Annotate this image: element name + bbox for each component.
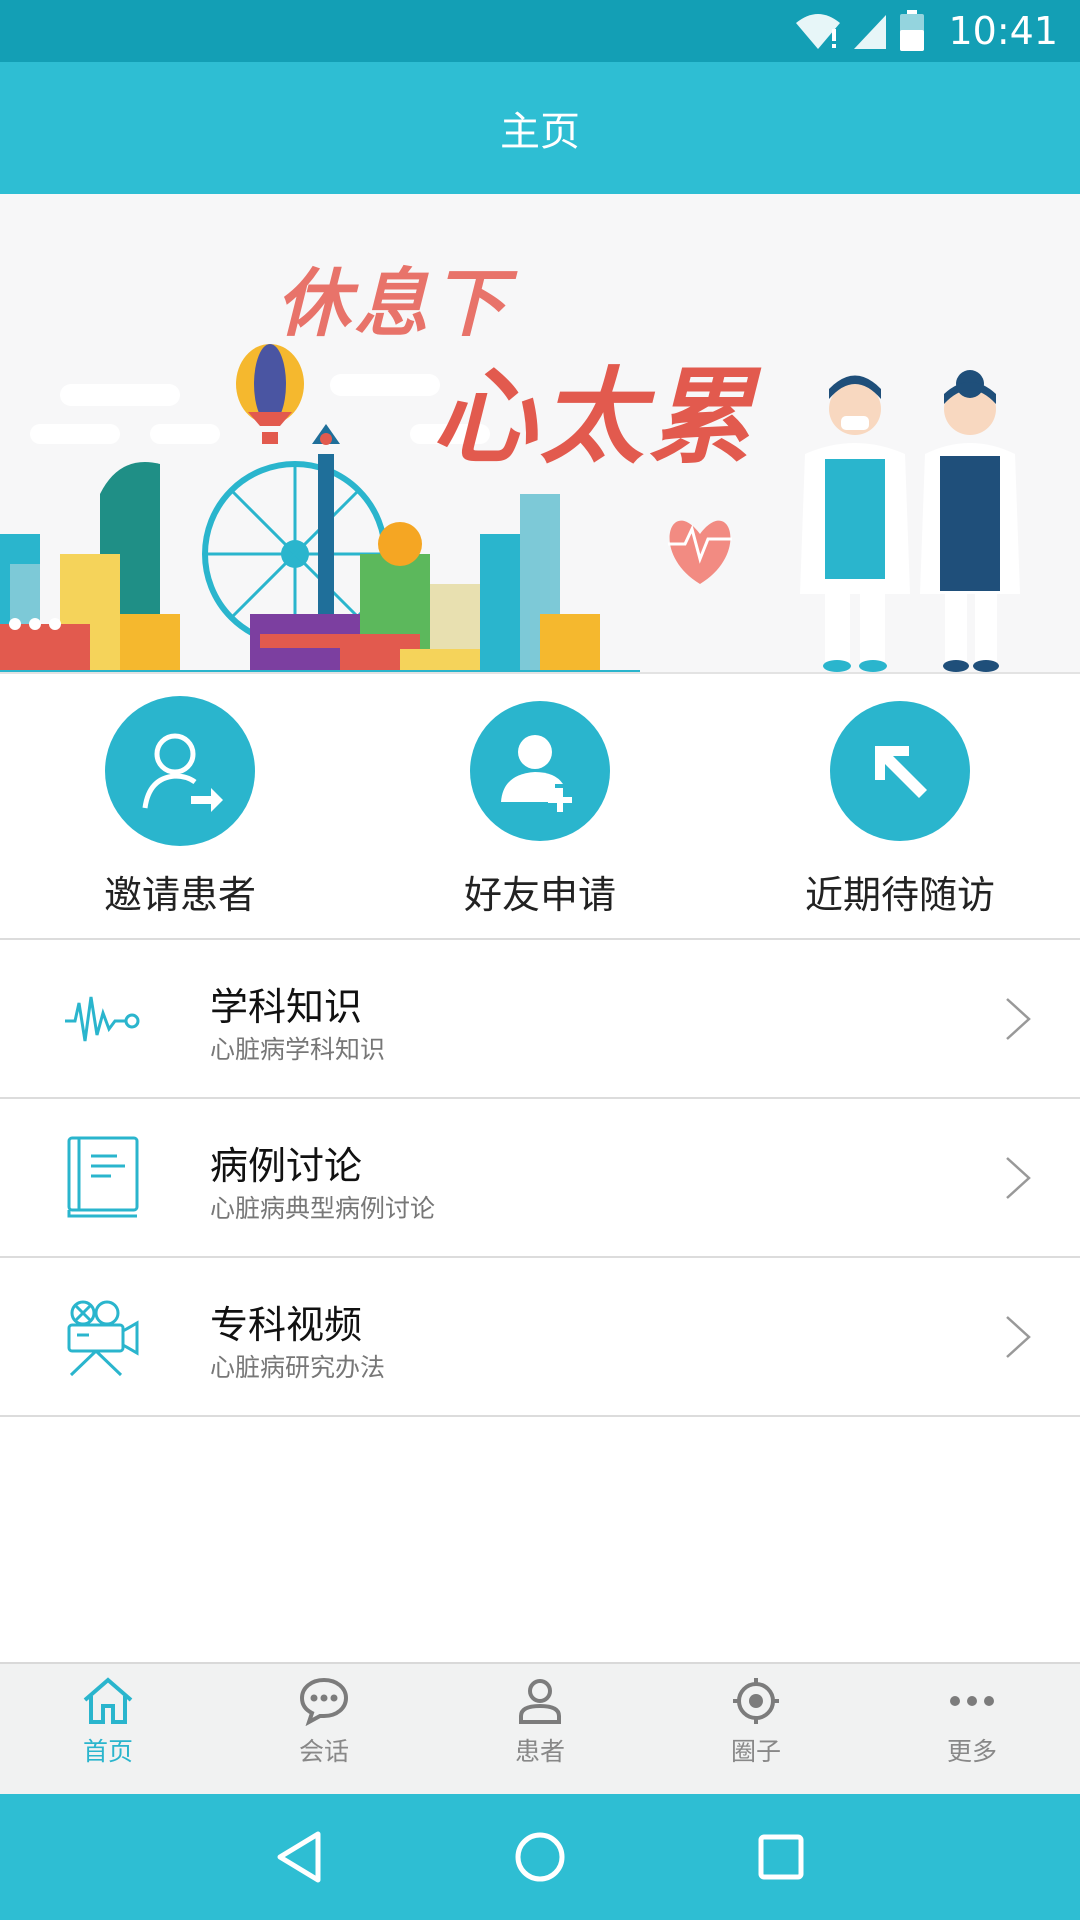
menu-item-title: 专科视频 [210,1303,363,1347]
menu-icon-wrapper [62,1136,144,1219]
chevron-right-icon [1006,1157,1031,1199]
menu-item-subtitle: 心脏病学科知识 [210,1035,386,1064]
video-camera-icon [67,1300,139,1377]
tab-patients[interactable]: 患者 [432,1664,648,1794]
page-title: 主页 [500,109,580,155]
follow-up-icon-circle[interactable] [830,701,970,841]
menu-item-title: 病例讨论 [210,1144,363,1188]
menu-list: 学科知识 心脏病学科知识 病例讨论 心脏病典型病例讨论 专科视频 心脏病研究办法 [0,940,1080,1417]
tab-circle[interactable]: 圈子 [648,1664,864,1794]
invite-patient-label: 邀请患者 [103,873,256,917]
friend-request-icon [501,735,572,812]
cell-signal-icon [854,15,887,49]
friend-request-button[interactable]: 好友申请 [390,696,690,926]
book-icon [67,1136,139,1218]
system-nav-bar [0,1794,1080,1920]
menu-item-subject-knowledge[interactable]: 学科知识 心脏病学科知识 [0,940,1080,1099]
app-header: 主页 [0,62,1080,194]
friend-request-label: 好友申请 [463,873,616,917]
follow-up-button[interactable]: 近期待随访 [750,696,1050,926]
tab-label: 患者 [514,1737,565,1766]
target-icon [733,1678,779,1724]
tab-label: 首页 [82,1737,133,1766]
tab-label: 会话 [298,1737,349,1766]
back-triangle-icon [277,1831,321,1883]
chat-bubble-icon [299,1677,349,1726]
tab-label: 更多 [946,1737,997,1766]
bottom-nav: 首页 会话 患者 圈子 更多 [0,1662,1080,1794]
status-bar: 10:41 [0,0,1080,62]
promo-banner[interactable]: 休息下 心太累 [0,194,1080,674]
menu-item-title: 学科知识 [210,985,363,1029]
heartbeat-wave-icon [65,996,140,1042]
person-icon [519,1679,561,1724]
chevron-right-icon [1006,998,1031,1040]
home-icon [83,1677,133,1724]
menu-icon-wrapper [62,1296,144,1378]
friend-request-icon-circle[interactable] [470,701,610,841]
recents-square-icon [758,1834,804,1880]
home-circle-icon [515,1832,565,1882]
home-button[interactable] [513,1830,567,1884]
invite-patient-icon-circle[interactable] [105,696,255,846]
quick-actions: 邀请患者 好友申请 近期待随访 [0,676,1080,940]
more-dots-icon [950,1696,994,1706]
follow-up-arrow-icon [875,746,927,798]
recents-button[interactable] [756,1832,806,1882]
menu-item-subtitle: 心脏病研究办法 [210,1353,386,1382]
menu-item-subtitle: 心脏病典型病例讨论 [210,1194,436,1223]
invite-patient-button[interactable]: 邀请患者 [30,696,330,926]
back-button[interactable] [274,1830,324,1884]
menu-icon-wrapper [62,978,144,1060]
menu-item-case-discussion[interactable]: 病例讨论 心脏病典型病例讨论 [0,1099,1080,1258]
tab-label: 圈子 [730,1737,781,1766]
tab-home[interactable]: 首页 [0,1664,216,1794]
tab-more[interactable]: 更多 [864,1664,1080,1794]
wifi-icon [796,14,841,49]
banner-subheadline: 心太累 [432,356,757,478]
follow-up-label: 近期待随访 [804,873,995,917]
battery-icon [900,10,925,51]
invite-patient-icon [142,733,223,812]
tab-chat[interactable]: 会话 [216,1664,432,1794]
menu-item-specialty-video[interactable]: 专科视频 心脏病研究办法 [0,1258,1080,1417]
chevron-right-icon [1006,1316,1031,1358]
status-time: 10:41 [948,9,1058,53]
